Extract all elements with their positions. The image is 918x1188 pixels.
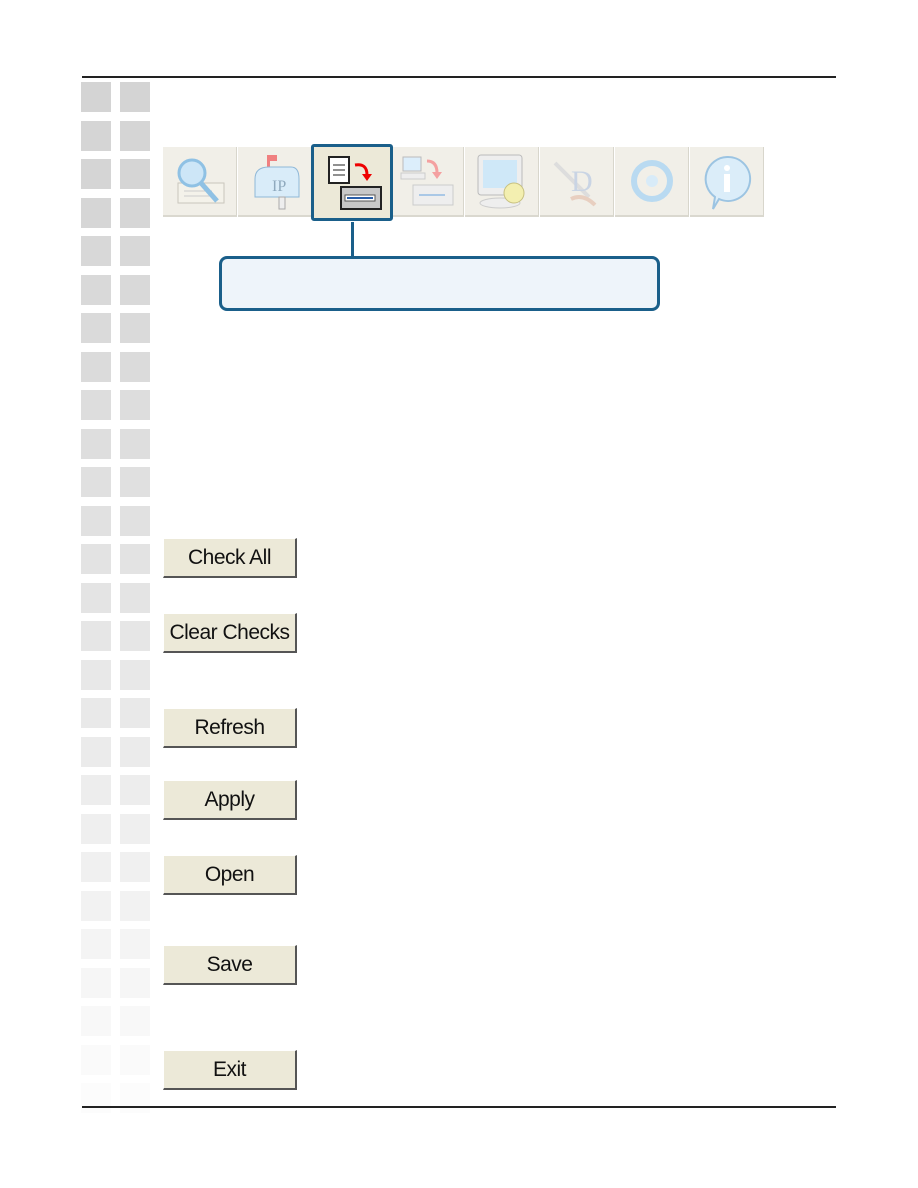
ip-button[interactable]: IP bbox=[238, 147, 312, 217]
discovery-icon bbox=[177, 158, 225, 204]
decorative-square bbox=[81, 120, 111, 151]
decorative-square bbox=[120, 236, 150, 266]
refresh-button[interactable]: Refresh bbox=[163, 708, 297, 748]
decorative-square bbox=[120, 621, 150, 651]
decorative-square bbox=[120, 890, 150, 921]
callout-connector bbox=[351, 222, 354, 258]
decorative-square bbox=[81, 929, 111, 959]
decorative-square bbox=[81, 313, 111, 343]
clear-checks-button[interactable]: Clear Checks bbox=[163, 613, 297, 653]
decorative-square bbox=[120, 428, 150, 459]
decorative-square bbox=[120, 82, 150, 112]
decorative-square bbox=[120, 313, 150, 343]
config-to-device-icon bbox=[328, 156, 382, 210]
decorative-square bbox=[120, 159, 150, 189]
decorative-square bbox=[81, 390, 111, 420]
decorative-square bbox=[81, 890, 111, 921]
system-settings-icon bbox=[477, 154, 525, 209]
decorative-square bbox=[120, 274, 150, 305]
manual-page: IP D Check All Clear Checks Refresh Appl… bbox=[0, 0, 918, 1188]
open-button[interactable]: Open bbox=[163, 855, 297, 895]
decorative-square bbox=[120, 852, 150, 882]
apply-button[interactable]: Apply bbox=[163, 780, 297, 820]
decorative-square bbox=[81, 698, 111, 728]
dlink-tool-button[interactable]: D bbox=[540, 147, 614, 217]
firmware-button[interactable] bbox=[390, 147, 464, 217]
info-icon bbox=[704, 155, 752, 210]
decorative-square bbox=[81, 813, 111, 844]
config-to-device-button[interactable] bbox=[311, 144, 393, 221]
decorative-square bbox=[120, 351, 150, 382]
decorative-square bbox=[120, 197, 150, 228]
decorative-square bbox=[120, 967, 150, 998]
discovery-button[interactable] bbox=[163, 147, 237, 217]
footer-rule bbox=[82, 1106, 836, 1108]
decorative-square bbox=[120, 659, 150, 690]
decorative-square bbox=[120, 505, 150, 536]
decorative-square bbox=[81, 775, 111, 805]
decorative-square bbox=[120, 813, 150, 844]
check-all-button[interactable]: Check All bbox=[163, 538, 297, 578]
decorative-square bbox=[81, 544, 111, 574]
decorative-square bbox=[120, 120, 150, 151]
firmware-to-device-icon bbox=[400, 156, 454, 206]
refresh-cycle-icon bbox=[631, 160, 673, 202]
decorative-square bbox=[120, 698, 150, 728]
decorative-square bbox=[120, 390, 150, 420]
decorative-square bbox=[81, 1083, 111, 1113]
decorative-square bbox=[81, 428, 111, 459]
decorative-square bbox=[120, 736, 150, 767]
decorative-square bbox=[120, 467, 150, 497]
decorative-square bbox=[120, 1044, 150, 1075]
info-button[interactable] bbox=[690, 147, 764, 217]
decorative-square bbox=[120, 1083, 150, 1113]
system-settings-button[interactable] bbox=[465, 147, 539, 217]
svg-text:D: D bbox=[571, 165, 593, 198]
decorative-square bbox=[81, 82, 111, 112]
decorative-square bbox=[120, 1006, 150, 1036]
decorative-square bbox=[81, 659, 111, 690]
decorative-square bbox=[81, 505, 111, 536]
decorative-square bbox=[81, 582, 111, 613]
callout-box bbox=[219, 256, 660, 311]
svg-text:IP: IP bbox=[272, 178, 286, 195]
decorative-square bbox=[81, 1006, 111, 1036]
decorative-square bbox=[120, 544, 150, 574]
decorative-square bbox=[81, 967, 111, 998]
refresh-cycle-button[interactable] bbox=[615, 147, 689, 217]
decorative-square bbox=[81, 621, 111, 651]
decorative-square bbox=[81, 236, 111, 266]
decorative-square bbox=[81, 852, 111, 882]
dlink-tool-icon: D bbox=[553, 161, 597, 207]
exit-button[interactable]: Exit bbox=[163, 1050, 297, 1090]
decorative-square bbox=[81, 159, 111, 189]
decorative-square bbox=[81, 351, 111, 382]
ip-mailbox-icon: IP bbox=[254, 155, 300, 210]
save-button[interactable]: Save bbox=[163, 945, 297, 985]
decorative-square bbox=[81, 197, 111, 228]
decorative-square bbox=[120, 929, 150, 959]
decorative-square bbox=[120, 775, 150, 805]
decorative-square bbox=[81, 736, 111, 767]
header-rule bbox=[82, 76, 836, 78]
decorative-square bbox=[81, 274, 111, 305]
decorative-square bbox=[81, 1044, 111, 1075]
decorative-square bbox=[120, 582, 150, 613]
decorative-square bbox=[81, 467, 111, 497]
